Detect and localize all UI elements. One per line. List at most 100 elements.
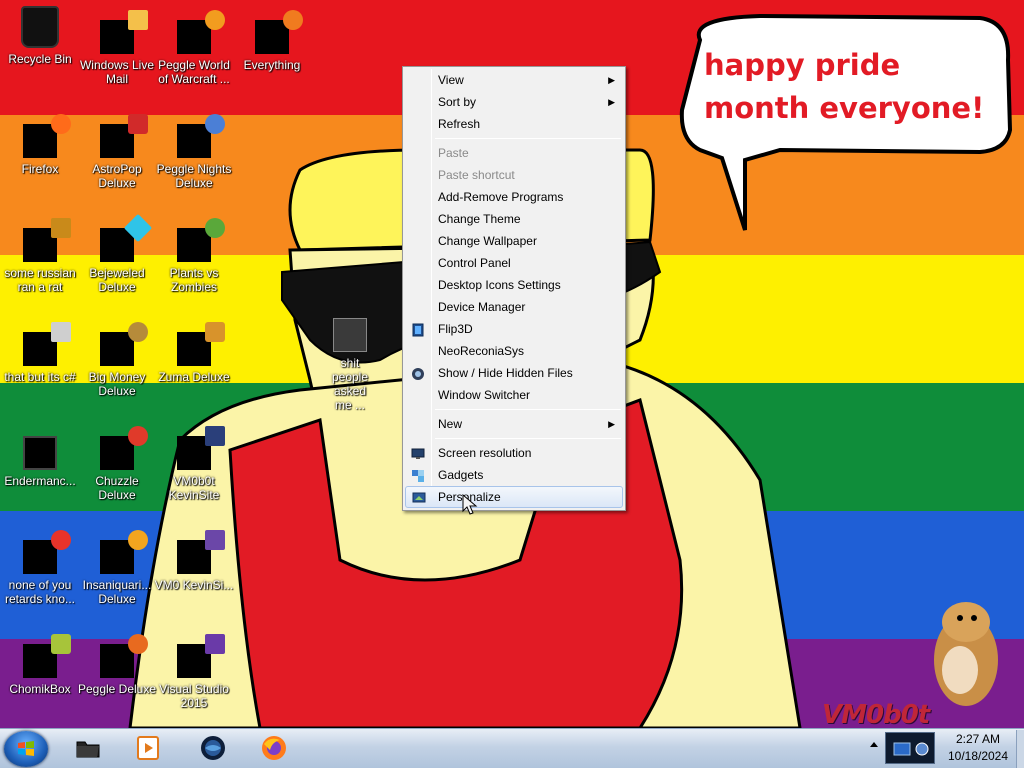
- icon-label: Zuma Deluxe: [158, 370, 230, 384]
- desktop-icon-zuma-deluxe[interactable]: Zuma Deluxe: [154, 322, 234, 384]
- menu-item-neoreconiasys[interactable]: NeoReconiaSys: [405, 340, 623, 362]
- globe-icon: [201, 736, 225, 760]
- show-hidden-icons-arrow-icon[interactable]: [870, 742, 878, 747]
- desktop-icon-vm0-kevinsi[interactable]: VM0 KevinSi...: [154, 530, 234, 592]
- astropop-icon: [100, 114, 148, 158]
- desktop-icon-big-money-deluxe[interactable]: Big Money Deluxe: [77, 322, 157, 398]
- icon-label: Visual Studio 2015: [159, 682, 229, 710]
- recycle-bin-icon: [21, 6, 59, 48]
- desktop-icon-firefox[interactable]: Firefox: [0, 114, 80, 176]
- monitor-icon: [411, 446, 425, 460]
- icon-label: Peggle Deluxe: [77, 682, 157, 696]
- icon-label: Firefox: [21, 162, 59, 176]
- desktop-icon-visual-studio-2015[interactable]: Visual Studio 2015: [154, 634, 234, 710]
- icon-label: VM0b0t KevinSite: [168, 474, 220, 502]
- menu-separator: [435, 138, 621, 139]
- desktop-icon-astropop-deluxe[interactable]: AstroPop Deluxe: [77, 114, 157, 190]
- menu-item-flip3d[interactable]: Flip3D: [405, 318, 623, 340]
- start-button[interactable]: [4, 731, 48, 767]
- desktop-icon-peggle-nights-deluxe[interactable]: Peggle Nights Deluxe: [154, 114, 234, 190]
- visual-studio-icon: [177, 634, 225, 678]
- icon-label: ChomikBox: [9, 682, 71, 696]
- app-icon: [23, 436, 57, 470]
- firefox-icon: [262, 736, 286, 760]
- menu-item-label: Desktop Icons Settings: [438, 278, 561, 292]
- desktop-icon-vm0b0t-kevinsite[interactable]: VM0b0t KevinSite: [154, 426, 234, 502]
- clock-date: 10/18/2024: [947, 749, 1009, 763]
- menu-item-show-hide-hidden-files[interactable]: Show / Hide Hidden Files: [405, 362, 623, 384]
- menu-item-control-panel[interactable]: Control Panel: [405, 252, 623, 274]
- menu-item-device-manager[interactable]: Device Manager: [405, 296, 623, 318]
- tray-icons-area[interactable]: [885, 732, 935, 764]
- menu-item-view[interactable]: View ▶: [405, 69, 623, 91]
- desktop-icon-peggle-world-of-warcraft[interactable]: Peggle World of Warcraft ...: [154, 10, 234, 86]
- menu-item-label: Change Wallpaper: [438, 234, 537, 248]
- taskbar-clock[interactable]: 2:27 AM 10/18/2024: [936, 731, 1020, 765]
- show-desktop-button[interactable]: [1016, 730, 1024, 768]
- desktop-icon-windows-live-mail[interactable]: Windows Live Mail: [77, 10, 157, 86]
- icon-label: Windows Live Mail: [79, 58, 155, 86]
- desktop-icon-some-russian-ran-a-rat[interactable]: some russian ran a rat: [0, 218, 80, 294]
- menu-item-label: Show / Hide Hidden Files: [438, 366, 573, 380]
- desktop-icon-none-of-you-retards[interactable]: none of you retards kno...: [0, 530, 80, 606]
- menu-item-paste-shortcut: Paste shortcut: [405, 164, 623, 186]
- menu-item-label: Gadgets: [438, 468, 484, 482]
- menu-item-label: Control Panel: [438, 256, 511, 270]
- plant-icon: [177, 218, 225, 262]
- taskbar-item-globe[interactable]: [185, 730, 241, 766]
- desktop-icon-insaniquarium-deluxe[interactable]: Insaniquari... Deluxe: [77, 530, 157, 606]
- icon-label: Chuzzle Deluxe: [95, 474, 139, 502]
- taskbar-item-explorer[interactable]: [60, 730, 116, 766]
- menu-item-new[interactable]: New ▶: [405, 413, 623, 435]
- taskbar-item-firefox[interactable]: [246, 730, 302, 766]
- menu-item-label: Device Manager: [438, 300, 526, 314]
- app-icon: [177, 530, 225, 574]
- desktop-icon-that-but-its-c[interactable]: that but its c#: [0, 322, 80, 384]
- menu-separator: [435, 438, 621, 439]
- menu-item-desktop-icons-settings[interactable]: Desktop Icons Settings: [405, 274, 623, 296]
- menu-item-label: NeoReconiaSys: [438, 344, 525, 358]
- menu-item-change-theme[interactable]: Change Theme: [405, 208, 623, 230]
- money-bag-icon: [100, 322, 148, 366]
- clock-time: 2:27 AM: [955, 732, 1001, 746]
- peggle-nights-icon: [177, 114, 225, 158]
- desktop-icon-shit-people-asked-me[interactable]: shit people asked me ...: [326, 318, 374, 412]
- icon-label: none of you retards kno...: [4, 578, 76, 606]
- desktop-icon-recycle-bin[interactable]: Recycle Bin: [0, 6, 80, 66]
- app-icon: [23, 322, 71, 366]
- desktop-icon-peggle-deluxe[interactable]: Peggle Deluxe: [77, 634, 157, 696]
- menu-item-sort-by[interactable]: Sort by ▶: [405, 91, 623, 113]
- icon-label: that but its c#: [4, 370, 76, 384]
- taskbar-item-media-player[interactable]: [120, 730, 176, 766]
- menu-item-refresh[interactable]: Refresh: [405, 113, 623, 135]
- submenu-arrow-icon: ▶: [608, 75, 615, 85]
- mail-icon: [100, 10, 148, 54]
- menu-item-label: New: [438, 417, 463, 431]
- icon-label: some russian ran a rat: [4, 266, 76, 294]
- personalize-icon: [412, 491, 426, 505]
- menu-item-screen-resolution[interactable]: Screen resolution: [405, 442, 623, 464]
- desktop-icon-endermanc[interactable]: Endermanc...: [0, 436, 80, 488]
- menu-item-change-wallpaper[interactable]: Change Wallpaper: [405, 230, 623, 252]
- folder-icon: [333, 318, 367, 352]
- icon-label: Big Money Deluxe: [88, 370, 146, 398]
- icon-label: Bejeweled Deluxe: [89, 266, 145, 294]
- zuma-icon: [177, 322, 225, 366]
- menu-item-add-remove-programs[interactable]: Add-Remove Programs: [405, 186, 623, 208]
- network-icon: [893, 742, 929, 756]
- desktop-icon-plants-vs-zombies[interactable]: Plants vs Zombies: [154, 218, 234, 294]
- media-player-icon: [137, 736, 159, 760]
- desktop-icon-everything[interactable]: Everything: [232, 10, 312, 72]
- icon-label: Recycle Bin: [8, 52, 72, 66]
- firefox-icon: [23, 114, 71, 158]
- gadgets-icon: [411, 468, 425, 482]
- menu-item-personalize[interactable]: Personalize: [405, 486, 623, 508]
- desktop-icon-chomikbox[interactable]: ChomikBox: [0, 634, 80, 696]
- menu-item-label: Change Theme: [438, 212, 521, 226]
- desktop-icon-bejeweled-deluxe[interactable]: Bejeweled Deluxe: [77, 213, 157, 294]
- icon-label: shit people asked me ...: [331, 356, 369, 412]
- desktop-icon-chuzzle-deluxe[interactable]: Chuzzle Deluxe: [77, 426, 157, 502]
- menu-item-window-switcher[interactable]: Window Switcher: [405, 384, 623, 406]
- menu-item-gadgets[interactable]: Gadgets: [405, 464, 623, 486]
- menu-item-label: Paste shortcut: [438, 168, 515, 182]
